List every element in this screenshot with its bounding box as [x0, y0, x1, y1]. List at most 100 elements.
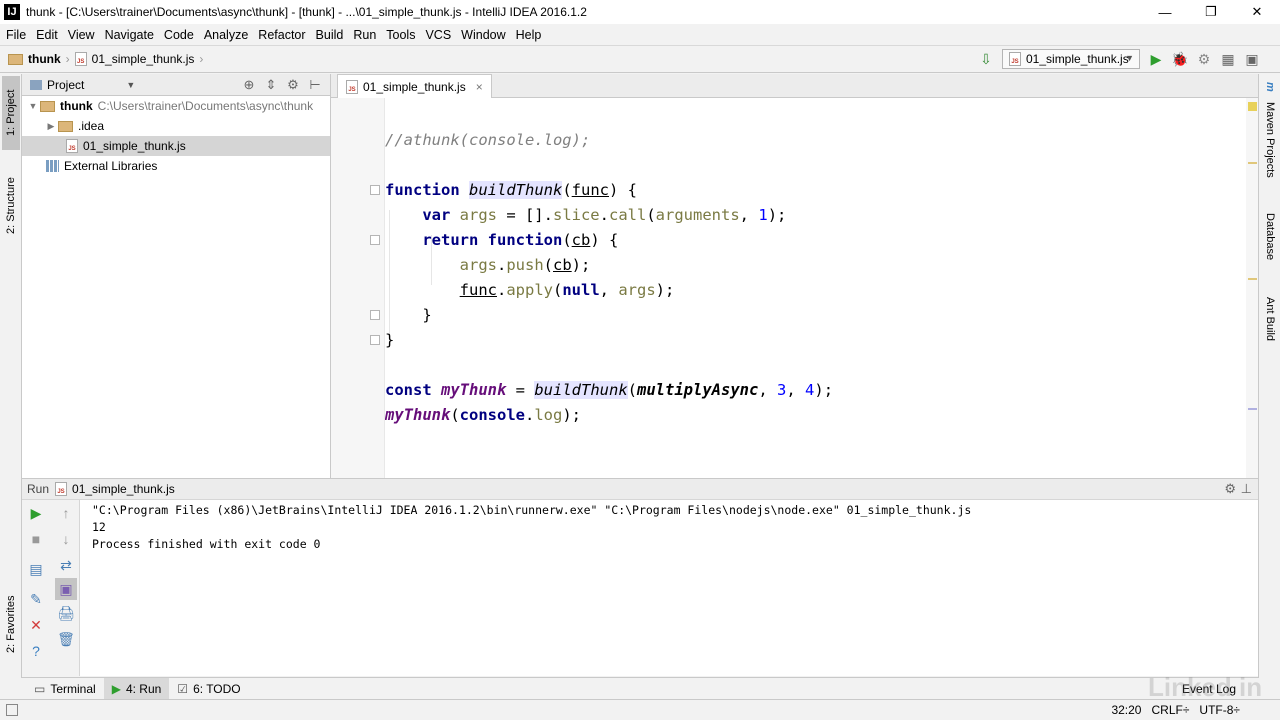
tool-tab-label: 2: Favorites [5, 595, 17, 653]
close-icon[interactable]: ✕ [25, 614, 47, 636]
gear-icon[interactable]: ⚙ [1224, 481, 1236, 497]
build-hammer-icon[interactable]: ⇩ [974, 49, 998, 69]
file-status-indicator-icon[interactable] [1248, 102, 1257, 111]
error-stripe-mark[interactable] [1248, 408, 1257, 410]
scroll-from-source-icon[interactable]: ⊕ [238, 76, 260, 94]
tool-tab-project[interactable]: 1: Project [2, 76, 20, 150]
tree-expand-arrow-icon[interactable]: ▶ [44, 121, 58, 132]
pin-tab-icon[interactable]: ✎ [25, 588, 47, 610]
tool-tab-label: Maven Projects [1264, 102, 1276, 178]
code-token: myThunk [385, 406, 451, 424]
linkedin-watermark: Linked in [1148, 672, 1263, 702]
fold-marker-icon[interactable] [370, 235, 380, 245]
layout-icon[interactable]: ▣ [1240, 49, 1264, 69]
tool-windows-toggle-icon[interactable] [6, 704, 18, 716]
code-token: ( [646, 206, 656, 224]
help-icon[interactable]: ? [25, 640, 47, 662]
print-icon[interactable]: 🖨 [55, 602, 77, 624]
tool-tab-favorites[interactable]: 2: Favorites [2, 584, 20, 664]
tree-item-idea[interactable]: ▶ .idea [22, 116, 330, 136]
todo-icon: ☑ [177, 681, 189, 696]
fold-marker-icon[interactable] [370, 185, 380, 195]
folder-icon [58, 120, 73, 132]
run-toolbar: ▶ ■ ▤ ✎ ✕ ? ↑ ↓ ⇄ ▣ 🖨 🗑 [22, 500, 80, 676]
menu-edit[interactable]: Edit [31, 28, 63, 42]
close-window-button[interactable]: ✕ [1234, 0, 1280, 24]
menu-analyze[interactable]: Analyze [199, 28, 253, 42]
code-token: console [459, 406, 525, 424]
menu-code[interactable]: Code [159, 28, 199, 42]
tool-tab-terminal[interactable]: ▭ Terminal [26, 678, 104, 700]
run-panel-config-tab[interactable]: 01_simple_thunk.js [72, 482, 175, 496]
code-token: log [534, 406, 563, 424]
code-token: , [599, 281, 619, 299]
clear-all-icon[interactable]: 🗑 [55, 628, 77, 650]
gear-icon[interactable]: ⚙ [282, 76, 304, 94]
tree-item-external-libraries[interactable]: External Libraries [22, 156, 330, 176]
code-token: . [496, 281, 507, 299]
editor-tab-01-simple-thunk[interactable]: JS 01_simple_thunk.js × [337, 74, 492, 98]
code-token: ( [627, 381, 637, 399]
chevron-down-icon[interactable]: ▼ [126, 80, 135, 90]
tree-item-thunk[interactable]: ▼ thunk C:\Users\trainer\Documents\async… [22, 96, 330, 116]
tool-tab-structure[interactable]: 2: Structure [2, 166, 20, 246]
tree-item-01-simple-thunk[interactable]: JS 01_simple_thunk.js [22, 136, 330, 156]
tool-tab-label: Database [1264, 213, 1276, 261]
fold-marker-icon[interactable] [370, 310, 380, 320]
arrow-down-icon[interactable]: ↓ [55, 528, 77, 550]
menu-tools[interactable]: Tools [381, 28, 420, 42]
tree-expand-arrow-icon[interactable]: ▼ [26, 101, 40, 111]
menu-navigate[interactable]: Navigate [100, 28, 159, 42]
caret-position[interactable]: 32:20 [1111, 703, 1141, 717]
debug-icon[interactable]: 🐞 [1168, 49, 1192, 69]
tool-tab-ant-build[interactable]: Ant Build [1261, 286, 1279, 352]
menu-file[interactable]: File [1, 28, 31, 42]
error-stripe-mark[interactable] [1248, 162, 1257, 164]
encoding-select[interactable]: UTF-8÷ [1199, 703, 1240, 717]
menu-help[interactable]: Help [511, 28, 547, 42]
code-token: const [385, 381, 441, 399]
minimize-button[interactable]: — [1142, 0, 1188, 24]
maven-icon: m [1264, 82, 1276, 92]
tool-tab-run[interactable]: ▶ 4: Run [103, 677, 170, 700]
menu-refactor[interactable]: Refactor [253, 28, 310, 42]
close-icon[interactable]: × [476, 80, 483, 94]
restore-button[interactable]: ❐ [1188, 0, 1234, 24]
menu-window[interactable]: Window [456, 28, 510, 42]
collapse-all-icon[interactable]: ⇕ [260, 76, 282, 94]
project-structure-icon[interactable]: ▦ [1216, 49, 1240, 69]
tool-tab-maven-projects[interactable]: Maven Projects [1261, 98, 1279, 182]
breadcrumb-project[interactable]: thunk [28, 52, 61, 66]
tool-tab-todo[interactable]: ☑ 6: TODO [169, 678, 248, 700]
tool-tab-database[interactable]: Database [1261, 202, 1279, 272]
soft-wrap-icon[interactable]: ⇄ [55, 554, 77, 576]
menu-run[interactable]: Run [348, 28, 381, 42]
code-editor[interactable]: //athunk(console.log); function buildThun… [385, 98, 1246, 478]
run-console[interactable]: "C:\Program Files (x86)\JetBrains\Intell… [80, 500, 1258, 676]
breadcrumb-file[interactable]: 01_simple_thunk.js [92, 52, 195, 66]
error-stripe-mark[interactable] [1248, 278, 1257, 280]
line-separator-select[interactable]: CRLF÷ [1151, 703, 1189, 717]
run-configuration-label: 01_simple_thunk.js [1026, 52, 1129, 66]
scroll-to-end-icon[interactable]: ▣ [55, 578, 77, 600]
menu-build[interactable]: Build [311, 28, 349, 42]
title-bar: IJ thunk - [C:\Users\trainer\Documents\a… [0, 0, 1280, 24]
code-token: . [599, 206, 609, 224]
menu-view[interactable]: View [63, 28, 100, 42]
code-line: const myThunk = buildThunk(multiplyAsync… [385, 378, 833, 403]
coverage-icon[interactable]: ⚙ [1192, 49, 1216, 69]
run-icon[interactable]: ▶ [1144, 49, 1168, 69]
run-configuration-select[interactable]: JS 01_simple_thunk.js ▼ [1002, 49, 1140, 69]
project-view-select[interactable]: Project [47, 78, 84, 92]
minimize-panel-icon[interactable]: ⊥ [1241, 481, 1252, 497]
fold-marker-icon[interactable] [370, 335, 380, 345]
menu-vcs[interactable]: VCS [420, 28, 456, 42]
arrow-up-icon[interactable]: ↑ [55, 502, 77, 524]
folder-icon [8, 53, 23, 65]
js-file-icon: JS [1009, 52, 1021, 66]
stop-icon[interactable]: ■ [25, 528, 47, 550]
rerun-icon[interactable]: ▶ [25, 502, 47, 524]
hide-panel-icon[interactable]: ⊢ [304, 76, 326, 94]
restore-layout-icon[interactable]: ▤ [25, 558, 47, 580]
code-token: . [496, 256, 507, 274]
